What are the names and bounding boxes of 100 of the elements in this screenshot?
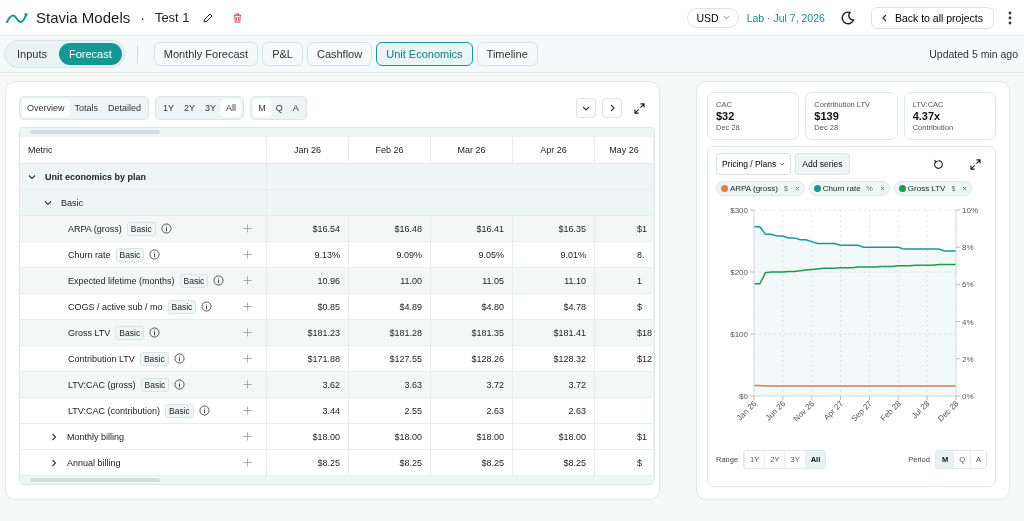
close-icon[interactable] [962,186,968,191]
axis-label: Feb 28 [878,399,903,424]
separator: · [140,9,145,26]
chevron-down-icon [779,162,786,166]
reset-icon[interactable] [933,158,944,170]
add-icon[interactable] [243,354,252,363]
view-tab[interactable]: Unit Economics [376,42,473,66]
axis-label: Apr 27 [821,399,845,423]
add-icon[interactable] [243,432,252,441]
chevron-right-icon[interactable] [50,458,58,467]
view-tab[interactable]: Timeline [476,42,538,66]
add-icon[interactable] [243,380,252,389]
plan-tag: Basic [115,247,145,262]
metric-label: Churn rate [68,249,111,260]
axis-label: $300 [730,206,748,215]
segment-option[interactable]: Q [270,99,288,117]
table-cell: 2.63 [430,398,512,424]
segment-option[interactable]: Detailed [103,99,147,117]
mode-tab[interactable]: Inputs [7,43,57,65]
delete-icon[interactable] [231,11,243,24]
axis-label: 0% [962,392,974,401]
axis-label: $0 [739,392,748,401]
axis-label: 8% [962,243,974,253]
info-icon[interactable] [213,275,225,286]
axis-label: 6% [962,280,974,290]
expand-icon[interactable] [634,102,645,114]
project-name: Test 1 [154,10,190,25]
currency-dropdown[interactable]: USD [687,7,739,28]
axis-label: 10% [962,206,978,215]
segment-option[interactable]: All [221,99,242,117]
dimension-dropdown[interactable]: Pricing / Plans [716,153,792,175]
close-icon[interactable] [794,186,800,191]
add-icon[interactable] [243,328,252,337]
segment-option[interactable]: M [253,99,271,117]
back-to-projects-button[interactable]: Back to all projects [870,6,994,29]
wave-logo-icon [6,11,28,24]
group-row-label[interactable]: Unit economics by plan [20,164,266,190]
moon-icon[interactable] [840,10,855,25]
table-cell: 3.44 [266,398,348,424]
add-icon[interactable] [243,276,252,285]
axis-label: $100 [730,330,748,339]
plan-tag: Basic [140,377,170,392]
series-name: ARPA (gross) [730,184,778,193]
add-series-button[interactable]: Add series [795,153,850,175]
axis-label: Jan 26 [735,399,759,423]
axis-label: Dec 28 [936,399,961,424]
info-icon[interactable] [198,405,210,416]
edit-icon[interactable] [201,11,214,24]
close-icon[interactable] [879,186,885,191]
metric-label: LTV:CAC (contribution) [68,405,161,416]
info-icon[interactable] [174,379,186,390]
add-icon[interactable] [243,224,252,233]
view-tab[interactable]: Cashflow [306,42,373,66]
metric-label: Contribution LTV [68,353,135,364]
group-row-label[interactable]: Basic [20,190,266,216]
next-button[interactable] [602,98,622,118]
line-series [753,225,957,252]
metric-label: COGS / active sub / mo [68,301,163,312]
table-cell: $181.35 [430,320,512,346]
chevron-right-icon[interactable] [50,432,58,441]
plan-tag: Basic [126,221,156,236]
add-icon[interactable] [243,250,252,259]
collapse-button[interactable] [576,98,596,118]
info-icon[interactable] [160,223,172,234]
segment-option[interactable]: 2Y [179,99,201,117]
info-icon[interactable] [201,301,213,312]
more-icon[interactable] [1008,10,1012,25]
table-cell: 10.96 [266,268,348,294]
group-title: Basic [61,197,83,208]
segment-option[interactable]: Overview [22,99,70,117]
table-cell: 3.72 [512,372,594,398]
axis-label: 4% [962,317,974,327]
segment-option[interactable]: 1Y [158,99,180,117]
table-cell: $18.00 [430,424,512,450]
add-icon[interactable] [243,302,252,311]
view-tab[interactable]: Monthly Forecast [153,42,259,66]
table-cell: $16.41 [430,216,512,242]
environment-label: Lab · Jul 7, 2026 [746,11,825,24]
segment-option[interactable]: 3Y [200,99,222,117]
table-cell: $16.48 [348,216,430,242]
segment-option[interactable]: Totals [69,99,104,117]
table-cell: $181.23 [266,320,348,346]
info-icon[interactable] [149,249,161,260]
segment-option[interactable]: A [287,99,304,117]
table-cell: 1 [594,268,653,294]
table-cell: 11.10 [512,268,594,294]
kpi-value: 4.37x [912,110,942,122]
add-icon[interactable] [243,458,252,467]
add-icon[interactable] [243,406,252,415]
app-name: Stavia Models [36,9,131,26]
plan-tag: Basic [179,273,209,288]
info-icon[interactable] [149,327,161,338]
axis-label: Nov 26 [791,399,817,424]
expand-icon[interactable] [970,158,981,170]
info-icon[interactable] [173,353,185,364]
axis-label: Jul 28 [910,399,932,421]
view-tab[interactable]: P&L [262,42,303,66]
table-cell: $16.35 [512,216,594,242]
table-cell: $18.00 [266,424,348,450]
mode-tab[interactable]: Forecast [58,43,122,65]
